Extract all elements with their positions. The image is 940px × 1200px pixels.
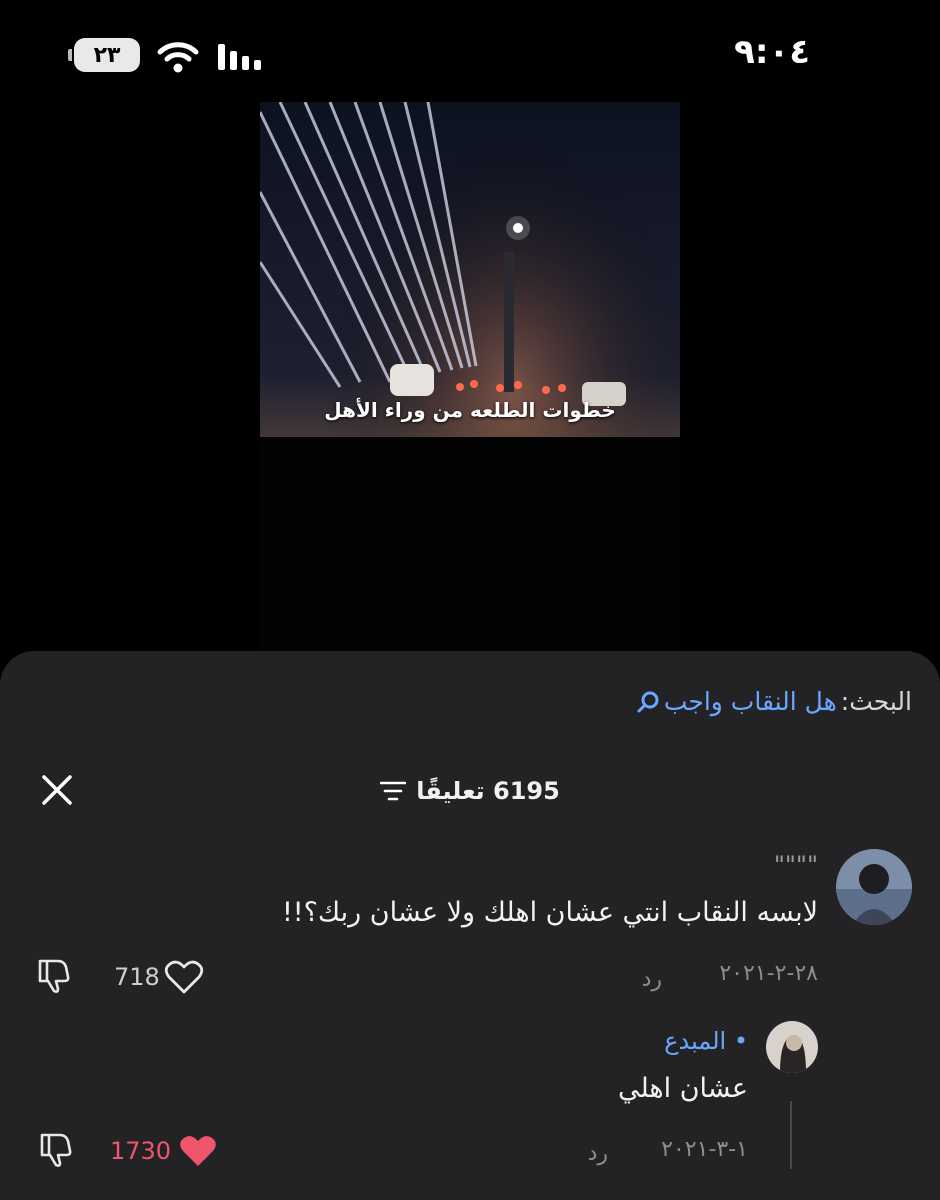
reply-avatar-image bbox=[766, 1021, 818, 1073]
close-icon[interactable] bbox=[38, 771, 76, 809]
comment-text: لابسه النقاب انتي عشان اهلك ولا عشان ربك… bbox=[281, 897, 818, 928]
heart-filled-icon[interactable] bbox=[178, 1133, 218, 1169]
avatar[interactable] bbox=[836, 849, 912, 925]
video-caption: خطوات الطلعه من وراء الأهل bbox=[324, 398, 616, 422]
comment-count: 6195 تعليقًا bbox=[416, 777, 560, 805]
battery-level: ٢٣ bbox=[93, 42, 121, 68]
battery-cap bbox=[68, 49, 72, 61]
screen: ٢٣ ٩:٠٤ خطوات الطلعه من وراء الأهل البحث… bbox=[0, 0, 940, 1200]
search-icon bbox=[637, 691, 659, 712]
comments-header: 6195 تعليقًا bbox=[0, 771, 940, 811]
comment-date: ٢٨-٢-٢٠٢١ bbox=[719, 961, 818, 986]
search-label: البحث: bbox=[840, 687, 912, 716]
heart-icon[interactable] bbox=[164, 959, 204, 995]
reply-avatar[interactable] bbox=[766, 1021, 818, 1073]
thread-line bbox=[790, 1101, 792, 1169]
battery-icon: ٢٣ bbox=[68, 38, 140, 72]
clock: ٩:٠٤ bbox=[734, 32, 810, 72]
reply-username[interactable]: • المبدع bbox=[664, 1027, 748, 1055]
comments-sheet: البحث: هل النقاب واجب 6195 تعليقًا """" … bbox=[0, 651, 940, 1200]
reply-likes-count: 1730 bbox=[110, 1137, 172, 1165]
video-player[interactable]: خطوات الطلعه من وراء الأهل bbox=[260, 102, 680, 650]
cellular-signal-icon bbox=[218, 44, 261, 70]
search-query-link[interactable]: هل النقاب واجب bbox=[664, 687, 837, 716]
related-search[interactable]: البحث: هل النقاب واجب bbox=[636, 687, 912, 716]
video-frame-image bbox=[260, 102, 680, 650]
filter-icon[interactable] bbox=[380, 780, 407, 802]
status-bar: ٢٣ ٩:٠٤ bbox=[0, 0, 940, 100]
likes-count: 718 bbox=[114, 963, 160, 991]
avatar-image bbox=[836, 849, 912, 925]
reply-date: ١-٣-٢٠٢١ bbox=[661, 1137, 748, 1162]
reply-text: عشان اهلي bbox=[617, 1073, 748, 1104]
comment-username[interactable]: """" bbox=[774, 851, 818, 879]
wifi-icon bbox=[157, 42, 199, 73]
reply-dislike-icon[interactable] bbox=[36, 1131, 76, 1169]
dislike-icon[interactable] bbox=[34, 957, 74, 995]
reply-button[interactable]: رد bbox=[642, 967, 662, 992]
reply-reply-button[interactable]: رد bbox=[588, 1141, 608, 1166]
